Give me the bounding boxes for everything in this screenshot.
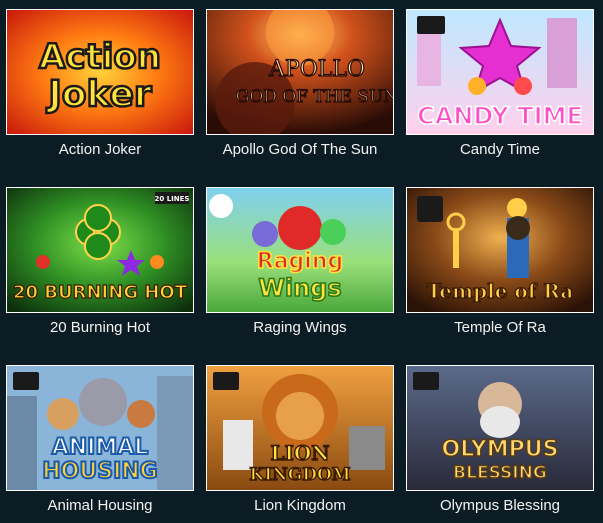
raging-wings-logo-line2: Wings bbox=[258, 274, 341, 302]
lines-badge: 20 LINES bbox=[155, 195, 190, 203]
game-thumbnail-20-burning-hot[interactable]: 20 LINES 20 BURNING HOT bbox=[6, 187, 194, 313]
lion-kingdom-logo-line2: KINGDOM bbox=[249, 465, 350, 485]
action-joker-logo-line1: Action bbox=[39, 37, 161, 77]
burning-hot-logo: 20 BURNING HOT bbox=[13, 282, 188, 303]
raging-wings-logo-line1: Raging bbox=[257, 249, 344, 274]
game-title[interactable]: Lion Kingdom bbox=[206, 497, 394, 515]
game-tile-candy-time[interactable]: CANDY TIME Candy Time bbox=[406, 9, 594, 159]
raging-wings-artwork: Raging Wings bbox=[207, 188, 393, 312]
olympus-blessing-logo-line2: BLESSING bbox=[453, 463, 547, 483]
game-grid: Action Joker Action Joker APOLLO GOD OF … bbox=[0, 0, 603, 523]
animal-housing-logo-line1: ANIMAL bbox=[52, 435, 149, 460]
game-tile-animal-housing[interactable]: ANIMAL HOUSING Animal Housing bbox=[6, 365, 194, 515]
game-thumbnail-olympus-blessing[interactable]: OLYMPUS BLESSING bbox=[406, 365, 594, 491]
game-tile-apollo-god-of-the-sun[interactable]: APOLLO GOD OF THE SUN Apollo God Of The … bbox=[206, 9, 394, 159]
game-title[interactable]: Temple Of Ra bbox=[406, 319, 594, 337]
game-title[interactable]: 20 Burning Hot bbox=[6, 319, 194, 337]
lion-kingdom-logo-line1: LION bbox=[270, 441, 329, 465]
game-tile-lion-kingdom[interactable]: LION KINGDOM Lion Kingdom bbox=[206, 365, 394, 515]
game-title[interactable]: Action Joker bbox=[6, 141, 194, 159]
game-title[interactable]: Raging Wings bbox=[206, 319, 394, 337]
apollo-logo-line1: APOLLO bbox=[268, 57, 365, 82]
action-joker-artwork: Action Joker bbox=[7, 10, 193, 134]
apollo-artwork: APOLLO GOD OF THE SUN bbox=[207, 10, 393, 134]
temple-of-ra-logo: Temple of Ra bbox=[427, 279, 574, 303]
game-thumbnail-animal-housing[interactable]: ANIMAL HOUSING bbox=[6, 365, 194, 491]
game-title[interactable]: Olympus Blessing bbox=[406, 497, 594, 515]
game-thumbnail-action-joker[interactable]: Action Joker bbox=[6, 9, 194, 135]
game-thumbnail-raging-wings[interactable]: Raging Wings bbox=[206, 187, 394, 313]
game-tile-olympus-blessing[interactable]: OLYMPUS BLESSING Olympus Blessing bbox=[406, 365, 594, 515]
game-tile-20-burning-hot[interactable]: 20 LINES 20 BURNING HOT 20 Burning Hot bbox=[6, 187, 194, 337]
game-thumbnail-temple-of-ra[interactable]: Temple of Ra bbox=[406, 187, 594, 313]
game-tile-action-joker[interactable]: Action Joker Action Joker bbox=[6, 9, 194, 159]
animal-housing-logo-line2: HOUSING bbox=[42, 459, 157, 484]
lion-kingdom-artwork: LION KINGDOM bbox=[207, 366, 393, 490]
candy-time-logo: CANDY TIME bbox=[417, 102, 583, 130]
game-title[interactable]: Candy Time bbox=[406, 141, 594, 159]
candy-time-artwork: CANDY TIME bbox=[407, 10, 593, 134]
burning-hot-artwork: 20 LINES 20 BURNING HOT bbox=[7, 188, 193, 312]
game-thumbnail-apollo[interactable]: APOLLO GOD OF THE SUN bbox=[206, 9, 394, 135]
action-joker-logo-line2: Joker bbox=[45, 74, 152, 115]
game-title[interactable]: Apollo God Of The Sun bbox=[206, 141, 394, 159]
animal-housing-artwork: ANIMAL HOUSING bbox=[7, 366, 193, 490]
olympus-blessing-logo-line1: OLYMPUS bbox=[442, 437, 559, 462]
game-tile-raging-wings[interactable]: Raging Wings Raging Wings bbox=[206, 187, 394, 337]
game-title[interactable]: Animal Housing bbox=[6, 497, 194, 515]
temple-of-ra-artwork: Temple of Ra bbox=[407, 188, 593, 312]
game-thumbnail-candy-time[interactable]: CANDY TIME bbox=[406, 9, 594, 135]
game-thumbnail-lion-kingdom[interactable]: LION KINGDOM bbox=[206, 365, 394, 491]
apollo-logo-line2: GOD OF THE SUN bbox=[236, 87, 393, 107]
olympus-blessing-artwork: OLYMPUS BLESSING bbox=[407, 366, 593, 490]
game-tile-temple-of-ra[interactable]: Temple of Ra Temple Of Ra bbox=[406, 187, 594, 337]
